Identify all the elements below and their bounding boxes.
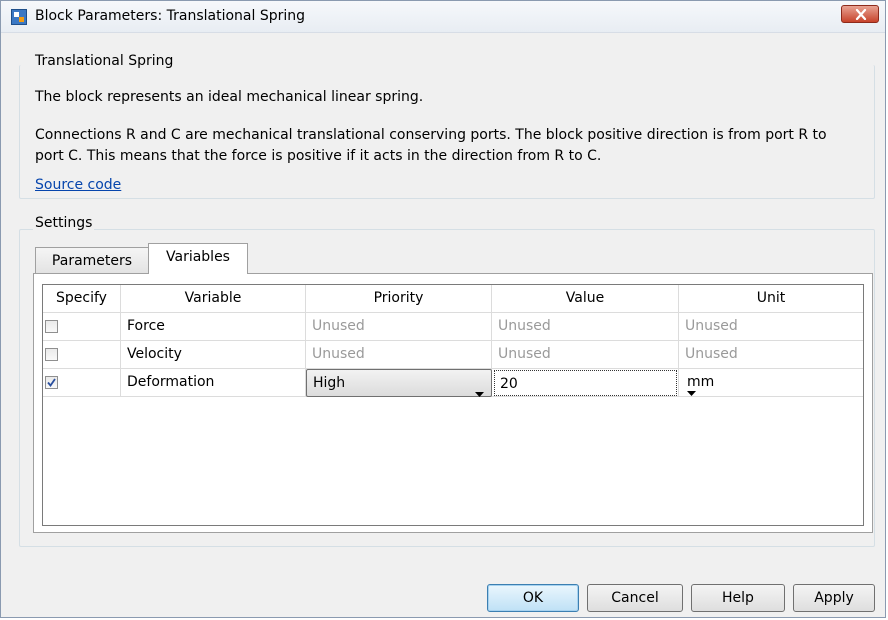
column-header-unit[interactable]: Unit	[679, 285, 863, 313]
dropdown-arrow-icon	[687, 380, 854, 407]
specify-checkbox-force[interactable]	[45, 320, 58, 333]
variables-table: Specify Variable Priority Value Unit For…	[42, 284, 864, 526]
ok-button[interactable]: OK	[487, 584, 579, 612]
tab-parameters[interactable]: Parameters	[35, 247, 149, 273]
column-header-variable[interactable]: Variable	[121, 285, 306, 313]
description-text-direction: port C. This means that the force is pos…	[35, 148, 602, 164]
description-group-label: Translational Spring	[33, 53, 176, 69]
dialog-window: Block Parameters: Translational Spring T…	[0, 0, 886, 618]
source-code-link[interactable]: Source code	[35, 175, 121, 196]
table-row-velocity-value: Unused	[492, 341, 679, 369]
table-row-deformation-value: 20	[492, 369, 679, 397]
table-row-deformation-specify	[43, 369, 121, 397]
simulink-block-icon	[11, 9, 27, 25]
dropdown-arrow-icon	[475, 381, 484, 408]
close-button[interactable]	[841, 5, 879, 23]
checkmark-icon	[47, 378, 56, 387]
column-header-priority[interactable]: Priority	[306, 285, 492, 313]
window-title: Block Parameters: Translational Spring	[35, 8, 305, 24]
variables-tab-panel: Specify Variable Priority Value Unit For…	[33, 273, 873, 533]
apply-button[interactable]: Apply	[793, 584, 875, 612]
cancel-button[interactable]: Cancel	[587, 584, 683, 612]
table-row-velocity-variable: Velocity	[121, 341, 306, 369]
description-text-connections: Connections R and C are mechanical trans…	[35, 127, 827, 143]
title-bar[interactable]: Block Parameters: Translational Spring	[1, 1, 885, 33]
table-row-velocity-specify	[43, 341, 121, 369]
table-row-force-variable: Force	[121, 313, 306, 341]
table-row-velocity-unit: Unused	[679, 341, 863, 369]
description-text: The block represents an ideal mechanical…	[35, 89, 424, 105]
table-row-deformation-variable: Deformation	[121, 369, 306, 397]
value-input[interactable]: 20	[494, 370, 677, 396]
specify-checkbox-deformation[interactable]	[45, 376, 58, 389]
table-row-force-priority: Unused	[306, 313, 492, 341]
value-input-text: 20	[500, 376, 518, 392]
column-header-specify[interactable]: Specify	[43, 285, 121, 313]
unit-dropdown[interactable]: mm	[679, 369, 862, 396]
priority-dropdown[interactable]: High	[306, 369, 492, 397]
table-row-force-unit: Unused	[679, 313, 863, 341]
table-row-deformation-unit: mm	[679, 369, 863, 397]
help-button[interactable]: Help	[691, 584, 785, 612]
table-row-deformation-priority: High	[306, 369, 492, 397]
priority-dropdown-value: High	[313, 375, 346, 391]
table-row-velocity-priority: Unused	[306, 341, 492, 369]
table-row-force-specify	[43, 313, 121, 341]
settings-group-label: Settings	[33, 215, 95, 231]
column-header-value[interactable]: Value	[492, 285, 679, 313]
table-row-force-value: Unused	[492, 313, 679, 341]
specify-checkbox-velocity[interactable]	[45, 348, 58, 361]
tab-variables[interactable]: Variables	[148, 243, 248, 274]
